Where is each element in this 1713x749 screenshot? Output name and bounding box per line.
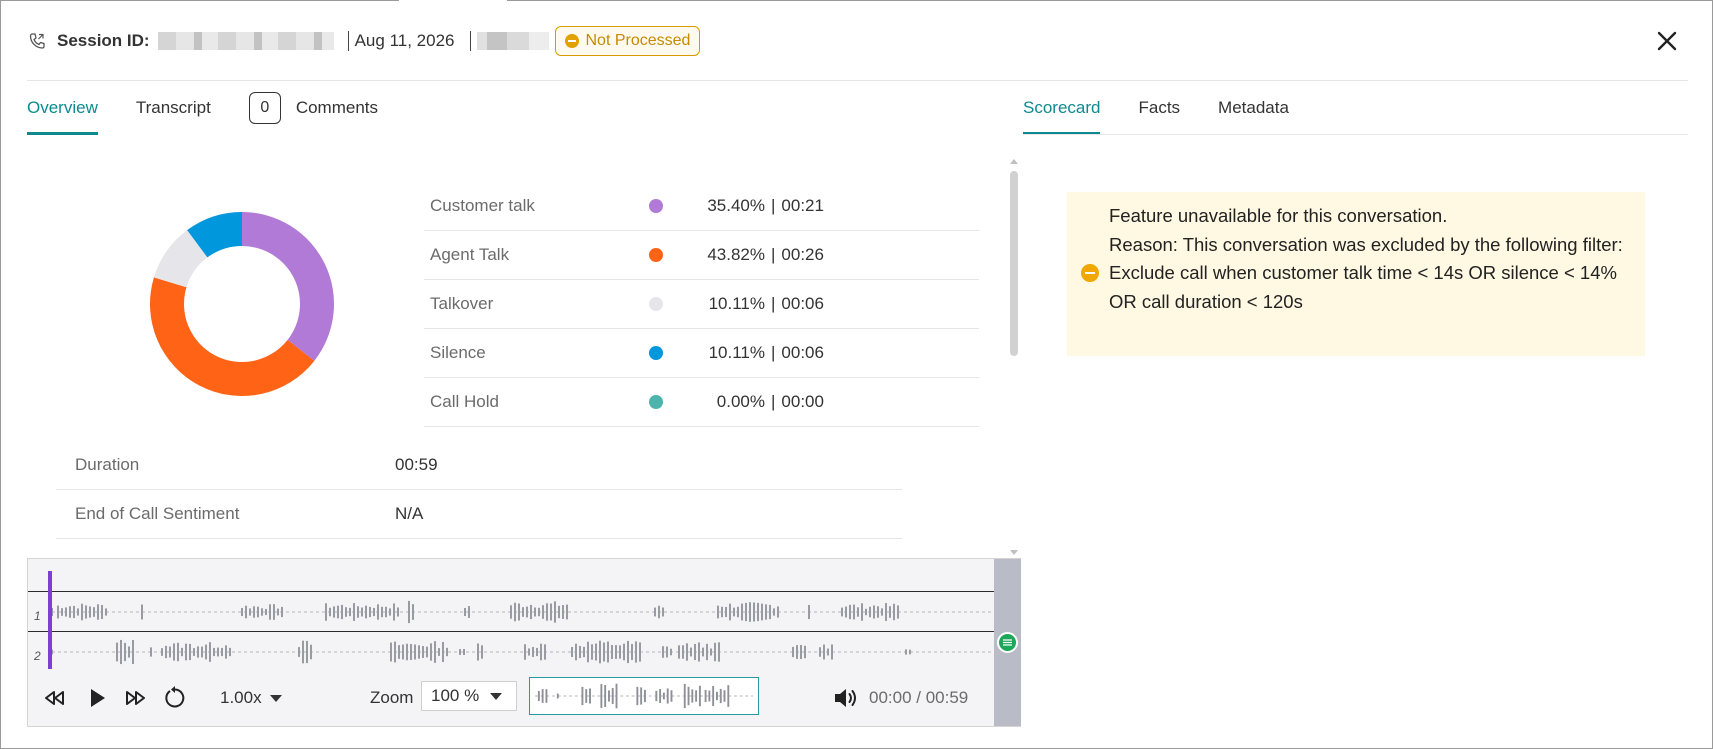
talk-stat-label: Call Hold [430, 392, 499, 411]
session-id-label: Session ID: [57, 31, 150, 50]
talk-stat-row: Agent Talk 43.82% | 00:26 [424, 231, 979, 280]
talk-stat-row: Silence 10.11% | 00:06 [424, 329, 979, 378]
fast-forward-icon[interactable] [122, 685, 148, 711]
tab-facts[interactable]: Facts [1138, 81, 1180, 135]
notice-line-3: Exclude call when customer talk time < 1… [1109, 262, 1617, 312]
info-row-sentiment: End of Call Sentiment N/A [56, 490, 902, 539]
volume-icon[interactable] [832, 685, 860, 711]
phone-icon [29, 33, 45, 49]
tab-metadata[interactable]: Metadata [1218, 81, 1289, 135]
talk-stat-time: 00:06 [781, 343, 824, 362]
scorecard-unavailable-notice: Feature unavailable for this conversatio… [1067, 192, 1645, 356]
talk-stat-time: 00:06 [781, 294, 824, 313]
call-date: Aug 11, 2026 [354, 31, 455, 50]
minus-circle-icon [565, 34, 580, 48]
legend-dot [649, 297, 663, 311]
tab-comments[interactable]: 0 Comments [248, 81, 378, 135]
comments-count: 0 [248, 92, 281, 124]
playhead[interactable] [48, 571, 52, 669]
talk-stat-row: Customer talk 35.40% | 00:21 [424, 182, 979, 231]
talk-stats-list: Customer talk 35.40% | 00:21 Agent Talk 43.82… [424, 182, 979, 427]
channel-1-waveform [52, 600, 992, 624]
notice-line-1: Feature unavailable for this conversatio… [1109, 205, 1448, 226]
waveform-minimap[interactable] [529, 677, 759, 715]
talk-stat-label: Silence [430, 343, 486, 362]
talk-stat-time: 00:00 [781, 392, 824, 411]
talk-stat-percent: 43.82% [707, 245, 765, 264]
chevron-down-icon [269, 694, 282, 702]
overview-scrollbar[interactable] [1007, 155, 1021, 555]
talk-stat-percent: 10.11% [708, 294, 765, 313]
talk-stat-label: Agent Talk [430, 245, 510, 264]
replay-icon[interactable] [162, 685, 188, 711]
zoom-select[interactable]: 100 % [421, 681, 517, 711]
talk-stat-time: 00:21 [781, 196, 824, 215]
right-tabs: Scorecard Facts Metadata [1023, 81, 1327, 135]
legend-dot [649, 346, 663, 360]
channel-2: 2 [28, 631, 994, 671]
talk-stat-time: 00:26 [781, 245, 824, 264]
waveform-area[interactable]: 1 2 [28, 559, 994, 671]
zoom-label: Zoom [370, 688, 414, 707]
player-controls: 1.00x Zoom 100 % 00:00 / 00:59 [28, 671, 994, 726]
tab-scorecard[interactable]: Scorecard [1023, 81, 1101, 135]
scroll-down-icon[interactable] [1010, 550, 1018, 555]
tab-overview[interactable]: Overview [27, 81, 98, 135]
close-icon[interactable] [1653, 27, 1681, 55]
talk-donut-chart [149, 212, 334, 397]
redacted-session-id [157, 32, 334, 50]
talk-stat-percent: 0.00% [716, 392, 765, 411]
status-badge: Not Processed [555, 26, 701, 56]
left-tabs: Overview Transcript 0 Comments [27, 81, 416, 135]
legend-dot [649, 199, 663, 213]
call-info-list: Duration 00:59 End of Call Sentiment N/A [56, 441, 902, 557]
warning-minus-icon [1081, 264, 1099, 282]
channel-2-waveform [52, 639, 992, 665]
legend-dot [649, 248, 663, 262]
chevron-down-icon [490, 693, 502, 700]
scroll-thumb[interactable] [1010, 171, 1018, 356]
info-row-partial [56, 539, 902, 557]
session-dialog: Session ID: Aug 11, 2026 Not Processed O… [0, 0, 1713, 749]
playback-time: 00:00 / 00:59 [869, 688, 969, 707]
legend-dot [649, 395, 663, 409]
talk-stat-percent: 35.40% [707, 196, 765, 215]
tab-transcript[interactable]: Transcript [136, 81, 211, 135]
player-side-rail [994, 559, 1021, 726]
talk-stat-percent: 10.11% [708, 343, 765, 362]
overview-panel: Customer talk 35.40% | 00:21 Agent Talk 43.82… [27, 151, 1007, 557]
redacted-field [477, 32, 550, 50]
donut-slice [242, 212, 334, 361]
waveform-toggle-icon[interactable] [997, 632, 1018, 653]
channel-1: 1 [28, 591, 994, 631]
talk-stat-row: Talkover 10.11% | 00:06 [424, 280, 979, 329]
rewind-icon[interactable] [42, 685, 68, 711]
playback-speed-select[interactable]: 1.00x [220, 685, 282, 711]
play-icon[interactable] [84, 685, 110, 711]
talk-stat-label: Customer talk [430, 196, 535, 215]
notice-line-2: Reason: This conversation was excluded b… [1109, 233, 1623, 255]
status-text: Not Processed [585, 32, 691, 49]
donut-slice [149, 277, 315, 397]
info-row-duration: Duration 00:59 [56, 441, 902, 490]
talk-stat-row: Call Hold 0.00% | 00:00 [424, 378, 979, 427]
audio-player: 1 2 1.00x Zoom 100 % 00:00 / 00:59 [27, 558, 1021, 727]
scroll-up-icon[interactable] [1010, 159, 1018, 164]
session-header: Session ID: Aug 11, 2026 Not Processed [27, 23, 701, 59]
talk-stat-label: Talkover [430, 294, 494, 313]
